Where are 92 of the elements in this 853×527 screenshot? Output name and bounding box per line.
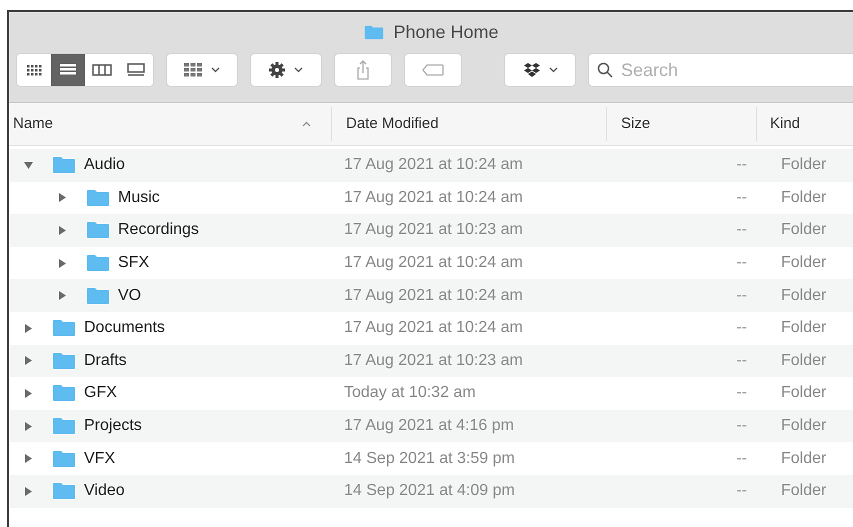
file-name: Music [118,188,160,208]
file-size: -- [735,220,748,240]
file-size: -- [735,318,748,338]
file-name: Drafts [84,350,127,371]
folder-icon [52,156,76,174]
file-name: VO [118,286,142,306]
window-title: Phone Home [393,20,499,44]
file-name: Documents [84,318,165,338]
date-modified: 17 Aug 2021 at 10:23 am [343,350,524,371]
disclosure-triangle-right-icon[interactable] [23,388,34,399]
file-name: Video [84,481,125,502]
file-name: Audio [84,155,125,176]
file-size: -- [735,416,748,436]
file-kind: Folder [780,253,826,274]
list-view-icon [58,63,77,77]
settings-icon [268,61,286,79]
date-modified: 17 Aug 2021 at 10:24 am [343,155,524,176]
share-icon [356,60,370,80]
dropbox-button[interactable] [504,53,576,87]
file-size: -- [735,188,748,208]
date-modified: 17 Aug 2021 at 10:24 am [343,286,524,306]
date-modified: 17 Aug 2021 at 10:24 am [343,253,524,274]
file-kind: Folder [780,220,826,240]
column-header[interactable]: Name [9,107,331,141]
date-modified: 17 Aug 2021 at 10:24 am [343,188,524,208]
dropbox-icon [522,62,541,78]
column-view-icon [92,63,112,77]
file-kind: Folder [780,350,826,371]
disclosure-triangle-right-icon[interactable] [23,486,34,497]
column-header[interactable]: Size [606,107,756,141]
folder-icon [52,417,76,436]
grid-icon [183,62,204,78]
file-name: GFX [84,383,117,404]
chevron-down-icon [211,67,220,73]
file-size: -- [735,286,748,306]
file-kind: Folder [780,318,826,338]
folder-icon [86,254,110,272]
folder-icon [363,24,386,40]
file-name: Recordings [118,220,199,240]
date-modified: 17 Aug 2021 at 4:16 pm [343,416,515,436]
disclosure-triangle-right-icon[interactable] [57,192,68,204]
disclosure-triangle-right-icon[interactable] [23,355,34,366]
folder-icon [86,188,110,207]
sort-ascending-icon [302,121,311,127]
disclosure-triangle-right-icon[interactable] [23,453,34,464]
disclosure-triangle-right-icon[interactable] [57,258,68,269]
file-kind: Folder [780,416,826,436]
folder-icon [86,221,110,240]
disclosure-triangle-down-icon[interactable] [23,160,34,171]
file-name: SFX [118,253,150,274]
action-button[interactable] [250,53,322,87]
file-size: -- [735,481,748,502]
date-modified: 17 Aug 2021 at 10:23 am [343,220,524,240]
date-modified: 14 Sep 2021 at 3:59 pm [343,448,516,469]
folder-icon [52,450,76,468]
file-size: -- [735,253,748,274]
folder-icon [52,482,76,500]
search-box[interactable]: Search [588,53,853,87]
chevron-down-icon [548,67,558,73]
folder-icon [86,286,110,305]
folder-icon [52,319,76,338]
file-size: -- [735,350,748,371]
file-size: -- [735,448,748,469]
tag-icon [422,64,444,76]
file-size: -- [735,155,748,176]
folder-icon [52,384,76,402]
disclosure-triangle-right-icon[interactable] [23,420,34,432]
group-button[interactable] [166,53,238,87]
search-icon [596,62,613,78]
date-modified: 14 Sep 2021 at 4:09 pm [343,481,516,502]
file-kind: Folder [780,188,826,208]
search-field[interactable]: Search [620,56,853,84]
file-kind: Folder [780,286,826,306]
date-modified: 17 Aug 2021 at 10:24 am [343,318,524,338]
view-mode-button[interactable] [50,54,85,86]
disclosure-triangle-right-icon[interactable] [57,224,68,236]
icon-view-icon [26,64,42,76]
file-kind: Folder [780,481,826,502]
file-name: VFX [84,448,116,469]
column-header[interactable]: Date Modified [331,107,606,141]
file-kind: Folder [780,383,826,404]
folder-icon [52,352,76,370]
file-kind: Folder [780,155,826,176]
chevron-down-icon [294,67,304,73]
disclosure-triangle-right-icon[interactable] [23,322,34,334]
disclosure-triangle-right-icon[interactable] [57,290,68,302]
gallery-view-icon [126,63,146,77]
date-modified: Today at 10:32 am [343,383,477,404]
column-header[interactable]: Kind [756,107,853,141]
file-kind: Folder [780,448,826,469]
file-name: Projects [84,416,142,436]
file-size: -- [735,383,748,404]
